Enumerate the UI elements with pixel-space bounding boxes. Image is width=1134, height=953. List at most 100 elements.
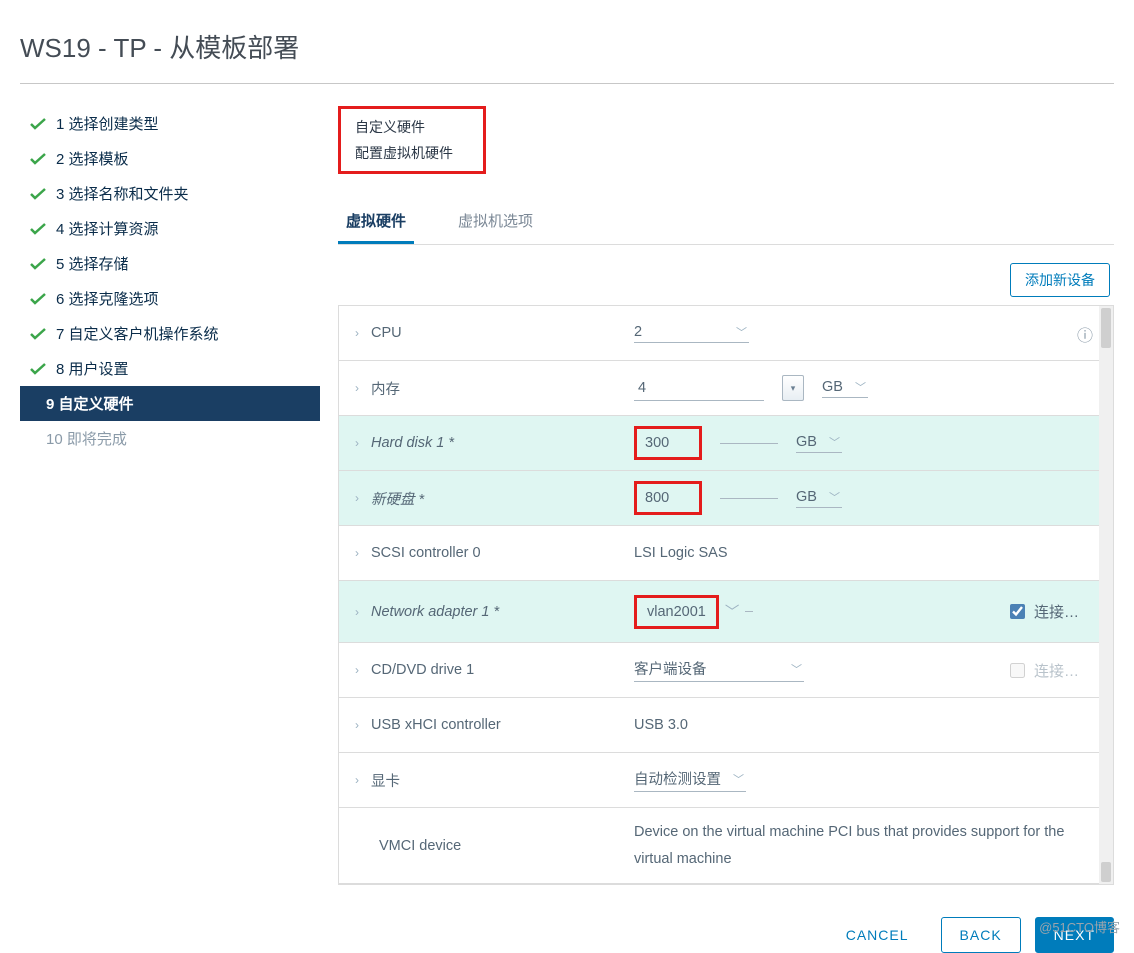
net-connect[interactable]: 连接… — [1006, 601, 1079, 622]
row-vmci: VMCI device Device on the virtual machin… — [339, 808, 1113, 884]
cd-select[interactable]: 客户端设备 ﹀ — [634, 658, 804, 682]
step-label: 1 选择创建类型 — [56, 113, 159, 134]
hd1-unit: GB — [796, 434, 817, 450]
check-icon — [30, 153, 46, 165]
row-usb: › USB xHCI controller USB 3.0 — [339, 698, 1113, 753]
check-icon — [30, 223, 46, 235]
new-disk-label: 新硬盘 * — [371, 488, 424, 509]
new-disk-unit-select[interactable]: GB ﹀ — [796, 489, 842, 508]
new-disk-input[interactable] — [641, 486, 695, 510]
chevron-down-icon[interactable]: ﹀ — [725, 601, 740, 622]
tab-vm-options[interactable]: 虚拟机选项 — [450, 202, 541, 244]
step-label: 10 即将完成 — [46, 428, 127, 449]
row-scsi: › SCSI controller 0 LSI Logic SAS — [339, 526, 1113, 581]
memory-stepper[interactable]: ▾ — [782, 375, 804, 401]
cpu-select[interactable]: 2﹀ — [634, 324, 749, 343]
step-label: 9 自定义硬件 — [46, 393, 134, 414]
memory-unit-select[interactable]: GB﹀ — [822, 379, 868, 398]
check-icon — [30, 258, 46, 270]
vmci-label: VMCI device — [379, 838, 461, 854]
step-label: 5 选择存储 — [56, 253, 129, 274]
row-memory: › 内存 ▾ GB﹀ — [339, 361, 1113, 416]
hd1-label: Hard disk 1 * — [371, 435, 454, 451]
cancel-button[interactable]: CANCEL — [828, 917, 927, 953]
new-disk-highlight — [634, 481, 702, 515]
cpu-value: 2 — [634, 324, 724, 340]
scsi-label: SCSI controller 0 — [371, 545, 481, 561]
step-label: 4 选择计算资源 — [56, 218, 159, 239]
header-highlight: 自定义硬件 配置虚拟机硬件 — [338, 106, 486, 174]
cpu-label: CPU — [371, 325, 402, 341]
step-label: 7 自定义客户机操作系统 — [56, 323, 219, 344]
step-label: 3 选择名称和文件夹 — [56, 183, 189, 204]
scsi-value: LSI Logic SAS — [634, 545, 728, 561]
chevron-down-icon: ﹀ — [733, 771, 744, 787]
step-3[interactable]: 3 选择名称和文件夹 — [20, 176, 320, 211]
row-gpu: › 显卡 自动检测设置 ﹀ — [339, 753, 1113, 808]
step-label: 2 选择模板 — [56, 148, 129, 169]
tab-virtual-hardware[interactable]: 虚拟硬件 — [338, 202, 414, 244]
net-label: Network adapter 1 * — [371, 604, 499, 620]
cd-connect: 连接… — [1006, 660, 1079, 681]
net-connect-checkbox[interactable] — [1010, 604, 1025, 619]
gpu-value: 自动检测设置 — [634, 768, 721, 789]
chevron-right-icon[interactable]: › — [355, 773, 359, 787]
footer: CANCEL BACK NEXT — [338, 917, 1114, 953]
row-hard-disk-1: › Hard disk 1 * GB﹀ — [339, 416, 1113, 471]
step-2[interactable]: 2 选择模板 — [20, 141, 320, 176]
section-subtitle: 配置虚拟机硬件 — [355, 143, 453, 163]
chevron-right-icon[interactable]: › — [355, 718, 359, 732]
watermark: @51CTO博客 — [1039, 917, 1120, 936]
chevron-down-icon: ﹀ — [829, 489, 840, 505]
gpu-label: 显卡 — [371, 770, 400, 791]
new-disk-unit: GB — [796, 489, 817, 505]
check-icon — [30, 118, 46, 130]
chevron-right-icon[interactable]: › — [355, 326, 359, 340]
hd1-input[interactable] — [641, 431, 695, 455]
step-1[interactable]: 1 选择创建类型 — [20, 106, 320, 141]
section-title: 自定义硬件 — [355, 117, 453, 137]
add-device-button[interactable]: 添加新设备 — [1010, 263, 1110, 297]
memory-label: 内存 — [371, 378, 400, 399]
step-6[interactable]: 6 选择克隆选项 — [20, 281, 320, 316]
usb-value: USB 3.0 — [634, 717, 688, 733]
step-7[interactable]: 7 自定义客户机操作系统 — [20, 316, 320, 351]
step-label: 8 用户设置 — [56, 358, 129, 379]
scrollbar[interactable] — [1099, 306, 1113, 884]
hd1-unit-select[interactable]: GB﹀ — [796, 434, 842, 453]
wizard-sidebar: 1 选择创建类型 2 选择模板 3 选择名称和文件夹 4 选择计算资源 5 选择… — [20, 106, 320, 953]
chevron-right-icon[interactable]: › — [355, 436, 359, 450]
info-icon[interactable]: ⓘ — [1077, 322, 1093, 346]
row-cd-dvd: › CD/DVD drive 1 客户端设备 ﹀ 连接… — [339, 643, 1113, 698]
step-8[interactable]: 8 用户设置 — [20, 351, 320, 386]
cd-connect-checkbox — [1010, 663, 1025, 678]
main-panel: 自定义硬件 配置虚拟机硬件 虚拟硬件 虚拟机选项 添加新设备 ⓘ ›CPU 2﹀ — [320, 106, 1114, 953]
cd-value: 客户端设备 — [634, 658, 707, 679]
gpu-select[interactable]: 自动检测设置 ﹀ — [634, 768, 746, 792]
chevron-down-icon: ﹀ — [736, 324, 747, 340]
chevron-down-icon: ﹀ — [791, 661, 802, 677]
row-cpu: ›CPU 2﹀ — [339, 306, 1113, 361]
step-9-active[interactable]: 9 自定义硬件 — [20, 386, 320, 421]
step-4[interactable]: 4 选择计算资源 — [20, 211, 320, 246]
net-highlight: vlan2001 — [634, 595, 719, 629]
chevron-right-icon[interactable]: › — [355, 381, 359, 395]
divider — [20, 83, 1114, 84]
chevron-right-icon[interactable]: › — [355, 663, 359, 677]
hd1-highlight — [634, 426, 702, 460]
chevron-right-icon[interactable]: › — [355, 605, 359, 619]
chevron-right-icon[interactable]: › — [355, 491, 359, 505]
cd-connect-label: 连接… — [1034, 660, 1079, 681]
check-icon — [30, 293, 46, 305]
vmci-value: Device on the virtual machine PCI bus th… — [634, 819, 1073, 871]
cd-label: CD/DVD drive 1 — [371, 662, 474, 678]
step-10: 10 即将完成 — [20, 421, 320, 456]
back-button[interactable]: BACK — [941, 917, 1021, 953]
memory-input[interactable] — [634, 376, 764, 401]
tab-bar: 虚拟硬件 虚拟机选项 — [338, 202, 1114, 245]
step-5[interactable]: 5 选择存储 — [20, 246, 320, 281]
dialog-title: WS19 - TP - 从模板部署 — [20, 28, 1114, 65]
chevron-right-icon[interactable]: › — [355, 546, 359, 560]
row-network-adapter: › Network adapter 1 * vlan2001 ﹀ 连接… — [339, 581, 1113, 643]
usb-label: USB xHCI controller — [371, 717, 501, 733]
